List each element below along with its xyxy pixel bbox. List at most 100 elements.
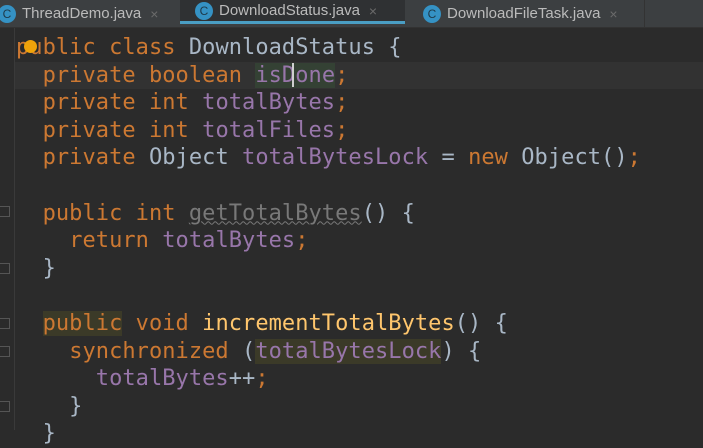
code-line: private boolean isDone;	[16, 62, 641, 90]
code-token: private	[42, 117, 136, 143]
code-token: ;	[335, 117, 349, 143]
code-token: int	[148, 117, 189, 143]
code-line: }	[16, 255, 641, 283]
code-token: void	[135, 310, 189, 336]
code-token: totalBytes	[202, 90, 336, 116]
tab-downloadfiletask[interactable]: C DownloadFileTask.java ×	[405, 0, 645, 27]
code-token: ;	[295, 228, 309, 254]
code-token: class	[109, 35, 176, 60]
code-token: totalBytesLock	[242, 145, 429, 171]
code-line: }	[16, 393, 641, 421]
tab-label: DownloadStatus.java	[219, 2, 360, 19]
code-token: getTotalBytes	[188, 200, 362, 226]
code-token: totalBytesLock	[255, 338, 442, 364]
code-token: new	[468, 145, 508, 171]
code-token: totalFiles	[202, 117, 336, 143]
code-token: incrementTotalBytes	[202, 310, 455, 336]
tab-threaddemo[interactable]: C ThreadDemo.java ×	[0, 0, 178, 27]
code-token: isDone	[255, 62, 336, 88]
code-token: ) {	[441, 338, 482, 364]
fold-icon[interactable]	[0, 263, 10, 274]
tab-downloadstatus[interactable]: C DownloadStatus.java ×	[180, 0, 405, 24]
code-token: synchronized	[69, 338, 229, 364]
text-caret	[292, 63, 294, 87]
code-token: () {	[454, 310, 508, 336]
code-token: private	[42, 145, 136, 171]
code-token: ++	[228, 366, 256, 392]
code-token: int	[135, 200, 176, 226]
code-line: private Object totalBytesLock = new Obje…	[16, 144, 641, 172]
code-line: private int totalFiles;	[16, 117, 641, 145]
code-token: ;	[627, 145, 641, 171]
code-token: boolean	[148, 62, 243, 88]
code-token: ;	[335, 62, 349, 88]
code-token: private	[42, 62, 136, 88]
code-token: =	[428, 145, 469, 171]
code-token: }	[16, 393, 83, 419]
editor-tab-bar: C ThreadDemo.java × C DownloadStatus.jav…	[0, 0, 703, 28]
close-icon[interactable]: ×	[369, 3, 377, 19]
code-token: public	[42, 310, 123, 336]
class-icon: C	[195, 1, 213, 20]
code-token: }	[16, 421, 56, 447]
code-line: totalBytes++;	[16, 365, 641, 393]
class-icon: C	[0, 4, 16, 23]
code-token: Object()	[507, 145, 628, 171]
code-token: () {	[361, 200, 415, 226]
fold-icon[interactable]	[0, 401, 10, 412]
code-line: synchronized (totalBytesLock) {	[16, 338, 641, 366]
tab-label: DownloadFileTask.java	[447, 5, 601, 22]
code-line: return totalBytes;	[16, 227, 641, 255]
lightbulb-icon[interactable]	[24, 40, 37, 53]
code-line: }	[16, 420, 641, 448]
code-token: private	[42, 90, 136, 116]
code-line: public void incrementTotalBytes() {	[16, 310, 641, 338]
code-token: DownloadStatus {	[175, 35, 402, 60]
close-icon[interactable]: ×	[609, 6, 617, 22]
code-token: ;	[335, 90, 349, 116]
fold-icon[interactable]	[0, 318, 10, 329]
code-token: Object	[135, 145, 243, 171]
code-token: totalBytes	[95, 366, 229, 392]
editor-gutter	[0, 28, 15, 430]
code-token: (	[228, 338, 256, 364]
class-icon: C	[423, 4, 441, 23]
code-token: }	[16, 255, 56, 281]
code-line: public class DownloadStatus {	[16, 34, 641, 62]
code-line: public int getTotalBytes() {	[16, 200, 641, 228]
code-token: int	[148, 90, 189, 116]
code-token: return	[69, 228, 149, 254]
code-token: public	[42, 200, 123, 226]
code-line: private int totalBytes;	[16, 89, 641, 117]
fold-icon[interactable]	[0, 206, 10, 217]
tab-label: ThreadDemo.java	[22, 5, 142, 22]
code-token: totalBytes	[162, 228, 296, 254]
close-icon[interactable]: ×	[150, 6, 158, 22]
code-token: ;	[255, 366, 269, 392]
code-editor[interactable]: public class DownloadStatus { private bo…	[16, 34, 641, 448]
fold-icon[interactable]	[0, 346, 10, 357]
